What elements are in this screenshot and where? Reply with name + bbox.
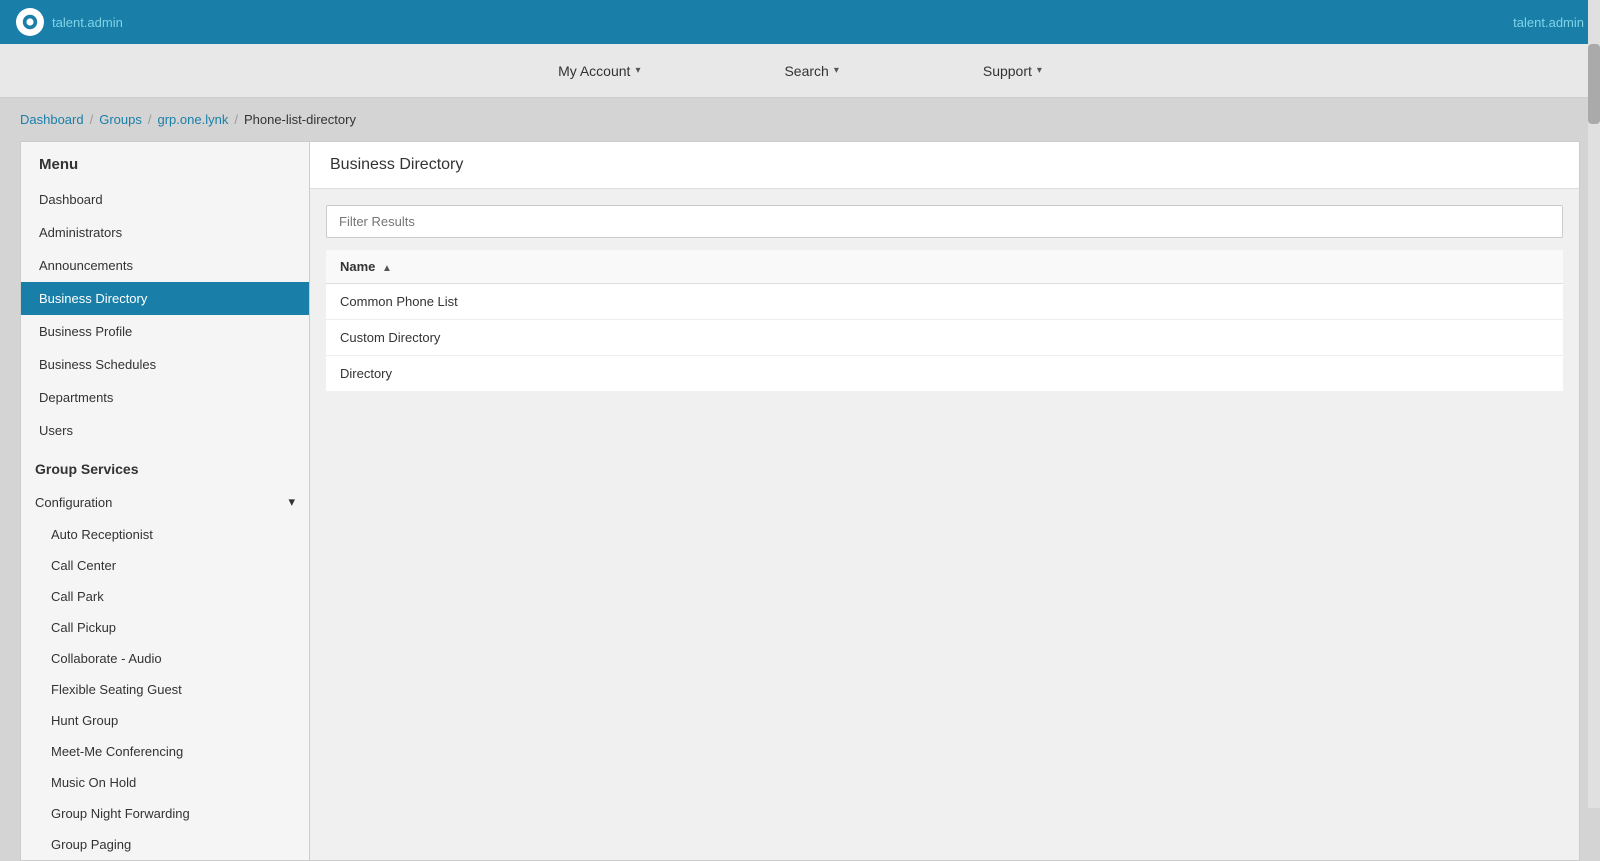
table-row[interactable]: Directory <box>326 356 1563 392</box>
sidebar-item-dashboard[interactable]: Dashboard <box>21 183 309 216</box>
sidebar-item-flexible-seating-guest[interactable]: Flexible Seating Guest <box>21 674 309 705</box>
sidebar-configuration-label: Configuration <box>35 495 112 510</box>
breadcrumb-dashboard[interactable]: Dashboard <box>20 112 84 127</box>
nav-my-account-chevron: ▾ <box>635 65 640 76</box>
main-layout: Menu Dashboard Administrators Announceme… <box>20 141 1580 861</box>
sidebar-item-users[interactable]: Users <box>21 414 309 447</box>
directory-table: Name ▲ Common Phone ListCustom Directory… <box>326 250 1563 391</box>
sidebar-item-meet-me-conferencing[interactable]: Meet-Me Conferencing <box>21 736 309 767</box>
top-bar: talent.admin talent.admin <box>0 0 1600 44</box>
sidebar-item-hunt-group[interactable]: Hunt Group <box>21 705 309 736</box>
sidebar-item-business-schedules[interactable]: Business Schedules <box>21 348 309 381</box>
content-area: Business Directory Name ▲ Common Phone L… <box>310 141 1580 861</box>
content-title: Business Directory <box>310 142 1579 189</box>
filter-input[interactable] <box>326 205 1563 238</box>
sidebar-item-group-paging[interactable]: Group Paging <box>21 829 309 860</box>
sidebar-item-auto-receptionist[interactable]: Auto Receptionist <box>21 519 309 550</box>
sidebar-group-services-title: Group Services <box>21 447 309 485</box>
sidebar-configuration-header[interactable]: Configuration ▾ <box>21 485 309 519</box>
sidebar-item-call-center[interactable]: Call Center <box>21 550 309 581</box>
sidebar-configuration-chevron: ▾ <box>288 494 295 510</box>
sidebar-item-announcements[interactable]: Announcements <box>21 249 309 282</box>
breadcrumb-groups[interactable]: Groups <box>99 112 142 127</box>
nav-search[interactable]: Search ▾ <box>772 55 850 87</box>
scrollbar-thumb[interactable] <box>1588 44 1600 124</box>
breadcrumb-group-name[interactable]: grp.one.lynk <box>158 112 229 127</box>
breadcrumb-current: Phone-list-directory <box>244 112 356 127</box>
sidebar-item-music-on-hold[interactable]: Music On Hold <box>21 767 309 798</box>
nav-search-chevron: ▾ <box>834 65 839 76</box>
table-row[interactable]: Common Phone List <box>326 284 1563 320</box>
brand-label: talent.admin <box>52 15 123 30</box>
nav-search-label: Search <box>784 63 828 79</box>
sidebar-item-call-park[interactable]: Call Park <box>21 581 309 612</box>
sidebar-item-collaborate-audio[interactable]: Collaborate - Audio <box>21 643 309 674</box>
sort-icon: ▲ <box>382 263 392 274</box>
nav-my-account-label: My Account <box>558 63 630 79</box>
content-body: Name ▲ Common Phone ListCustom Directory… <box>310 189 1579 407</box>
sidebar-item-business-directory[interactable]: Business Directory <box>21 282 309 315</box>
nav-support-label: Support <box>983 63 1032 79</box>
nav-support[interactable]: Support ▾ <box>971 55 1054 87</box>
breadcrumb: Dashboard / Groups / grp.one.lynk / Phon… <box>0 98 1600 141</box>
sidebar-item-group-night-forwarding[interactable]: Group Night Forwarding <box>21 798 309 829</box>
top-user-label[interactable]: talent.admin <box>1513 15 1584 30</box>
nav-my-account[interactable]: My Account ▾ <box>546 55 652 87</box>
sidebar-item-call-pickup[interactable]: Call Pickup <box>21 612 309 643</box>
logo-area: talent.admin <box>16 8 123 36</box>
nav-support-chevron: ▾ <box>1037 65 1042 76</box>
table-row[interactable]: Custom Directory <box>326 320 1563 356</box>
scrollbar-track <box>1588 0 1600 808</box>
column-name-header[interactable]: Name ▲ <box>326 250 1563 284</box>
sidebar-item-departments[interactable]: Departments <box>21 381 309 414</box>
nav-bar: My Account ▾ Search ▾ Support ▾ <box>0 44 1600 98</box>
sidebar-menu-title: Menu <box>21 142 309 183</box>
logo-icon <box>16 8 44 36</box>
sidebar-item-administrators[interactable]: Administrators <box>21 216 309 249</box>
sidebar: Menu Dashboard Administrators Announceme… <box>20 141 310 861</box>
sidebar-item-business-profile[interactable]: Business Profile <box>21 315 309 348</box>
